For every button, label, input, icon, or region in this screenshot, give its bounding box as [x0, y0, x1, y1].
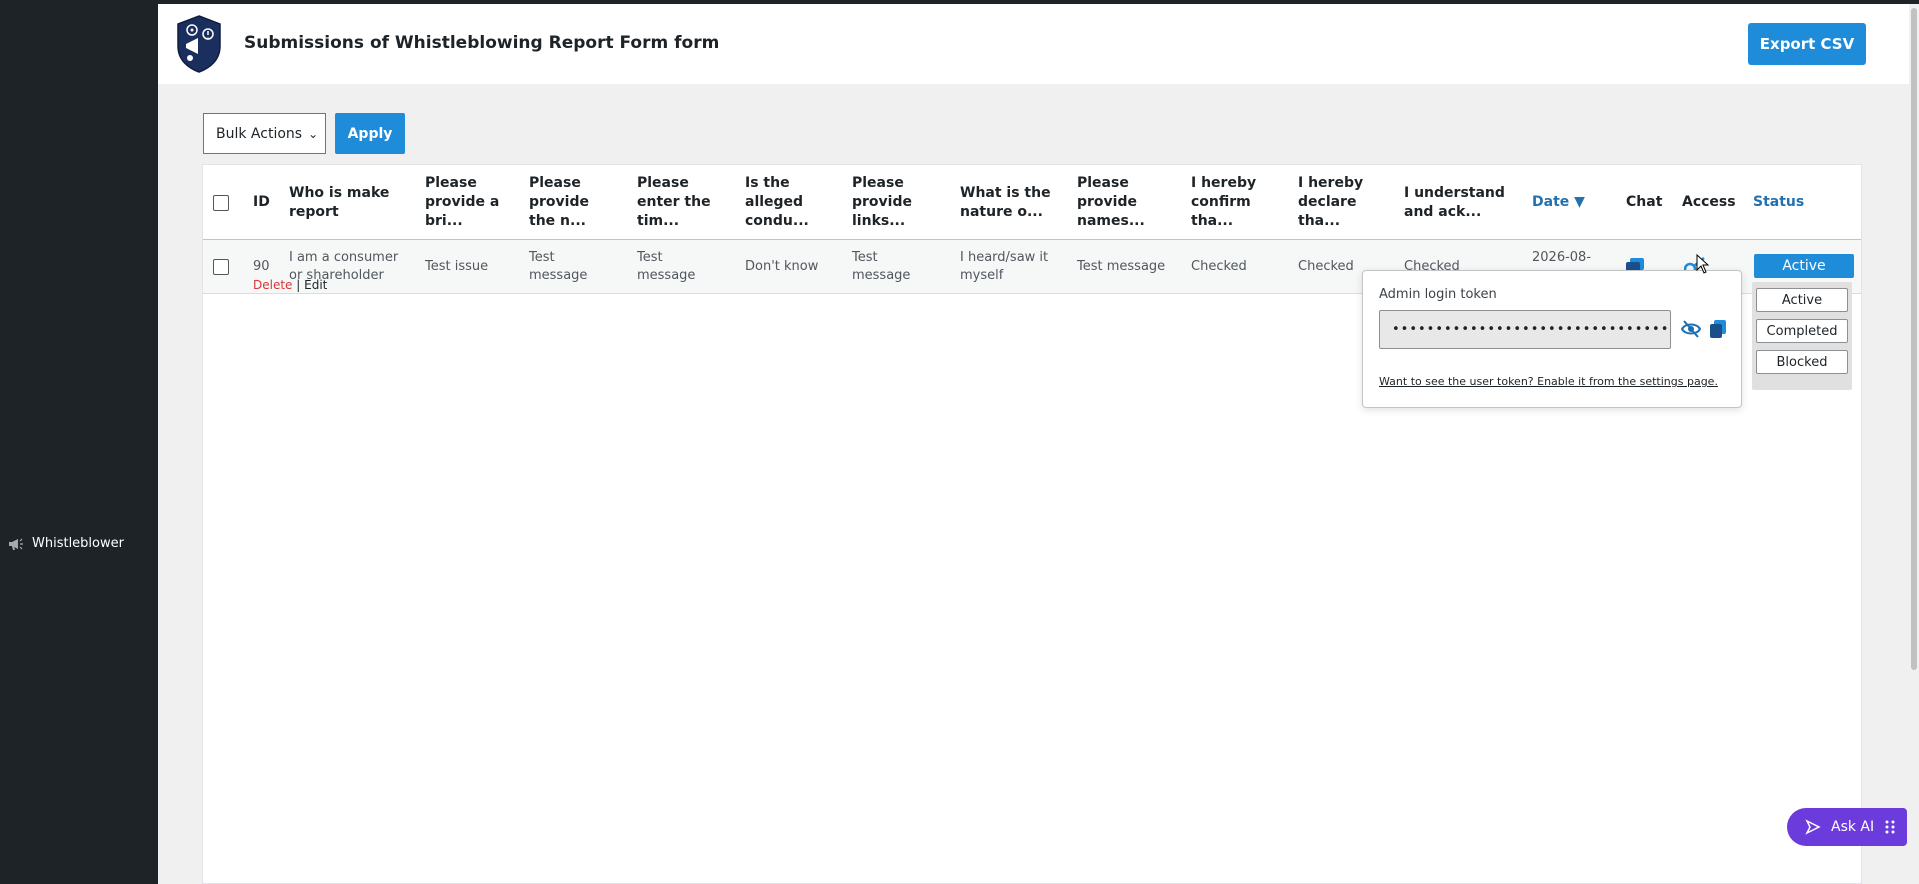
row-checkbox[interactable]: [213, 259, 229, 275]
column-header: Please provide names...: [1077, 175, 1145, 229]
cell: Test message: [529, 250, 588, 283]
status-option-active[interactable]: Active: [1756, 288, 1848, 312]
cell: Checked: [1298, 259, 1354, 274]
column-header: I hereby declare tha...: [1298, 175, 1364, 229]
column-header: Is the alleged condu...: [745, 175, 809, 229]
page-scrollbar[interactable]: [1909, 4, 1919, 884]
column-header-status[interactable]: Status: [1753, 165, 1804, 240]
copy-icon[interactable]: [1709, 319, 1727, 339]
cell: I heard/saw it myself: [960, 250, 1049, 283]
admin-token-popup: Admin login token Want to see the user t…: [1362, 270, 1742, 408]
status-option-completed[interactable]: Completed: [1756, 319, 1848, 343]
status-option-blocked[interactable]: Blocked: [1756, 350, 1848, 374]
mouse-cursor-icon: [1696, 254, 1710, 274]
settings-link[interactable]: Want to see the user token? Enable it fr…: [1379, 375, 1718, 388]
bulk-actions-label: Bulk Actions: [216, 125, 303, 142]
cell: Test message: [1077, 259, 1166, 274]
cell: Test issue: [425, 259, 489, 274]
sidebar: Whistleblower: [0, 0, 158, 884]
column-header: Please provide the n...: [529, 175, 589, 229]
page-title: Submissions of Whistleblowing Report For…: [244, 33, 720, 53]
column-header-id[interactable]: ID: [253, 165, 283, 240]
page-header: Submissions of Whistleblowing Report For…: [158, 4, 1909, 84]
column-header-date[interactable]: Date ▼: [1532, 165, 1592, 240]
sparkle-icon: [1805, 819, 1821, 835]
column-header: I hereby confirm tha...: [1191, 175, 1257, 229]
column-header: I understand and ack...: [1404, 184, 1505, 220]
status-badge[interactable]: Active: [1754, 254, 1854, 278]
column-header: Please provide a bri...: [425, 175, 500, 229]
ask-ai-button[interactable]: Ask AI: [1787, 808, 1907, 846]
cell: Checked: [1191, 259, 1247, 274]
row-actions: Delete | Edit: [253, 278, 327, 292]
cell: Test message: [852, 250, 911, 283]
column-header: Who is make report: [289, 184, 390, 220]
column-header: Please provide links...: [852, 175, 912, 229]
ask-ai-label: Ask AI: [1831, 819, 1875, 835]
scroll-thumb[interactable]: [1911, 8, 1917, 670]
column-header: Please enter the tim...: [637, 175, 711, 229]
admin-token-field[interactable]: [1379, 310, 1671, 349]
select-all-checkbox[interactable]: [213, 194, 229, 211]
drag-handle-icon[interactable]: [1884, 819, 1896, 835]
table-header: ID Who is make report Please provide a b…: [203, 165, 1861, 240]
edit-link[interactable]: | Edit: [296, 278, 327, 292]
apply-button[interactable]: Apply: [335, 113, 405, 154]
export-csv-button[interactable]: Export CSV: [1748, 23, 1866, 65]
eye-slash-icon[interactable]: [1681, 320, 1701, 338]
cell: Don't know: [745, 259, 819, 274]
token-label: Admin login token: [1379, 287, 1497, 302]
column-header-access: Access: [1682, 194, 1736, 210]
shield-logo: [177, 15, 221, 73]
status-dropdown: Active Completed Blocked: [1752, 282, 1852, 390]
sidebar-item-whistleblower[interactable]: Whistleblower: [8, 536, 124, 551]
cell: Test message: [637, 250, 696, 283]
column-header: What is the nature o...: [960, 184, 1051, 220]
bulk-actions-select[interactable]: Bulk Actions ⌄: [203, 113, 326, 154]
megaphone-icon: [9, 538, 23, 550]
chevron-down-icon: ⌄: [308, 126, 319, 141]
sidebar-item-label: Whistleblower: [32, 536, 124, 551]
delete-link[interactable]: Delete: [253, 278, 292, 292]
column-header-chat: Chat: [1626, 194, 1663, 210]
